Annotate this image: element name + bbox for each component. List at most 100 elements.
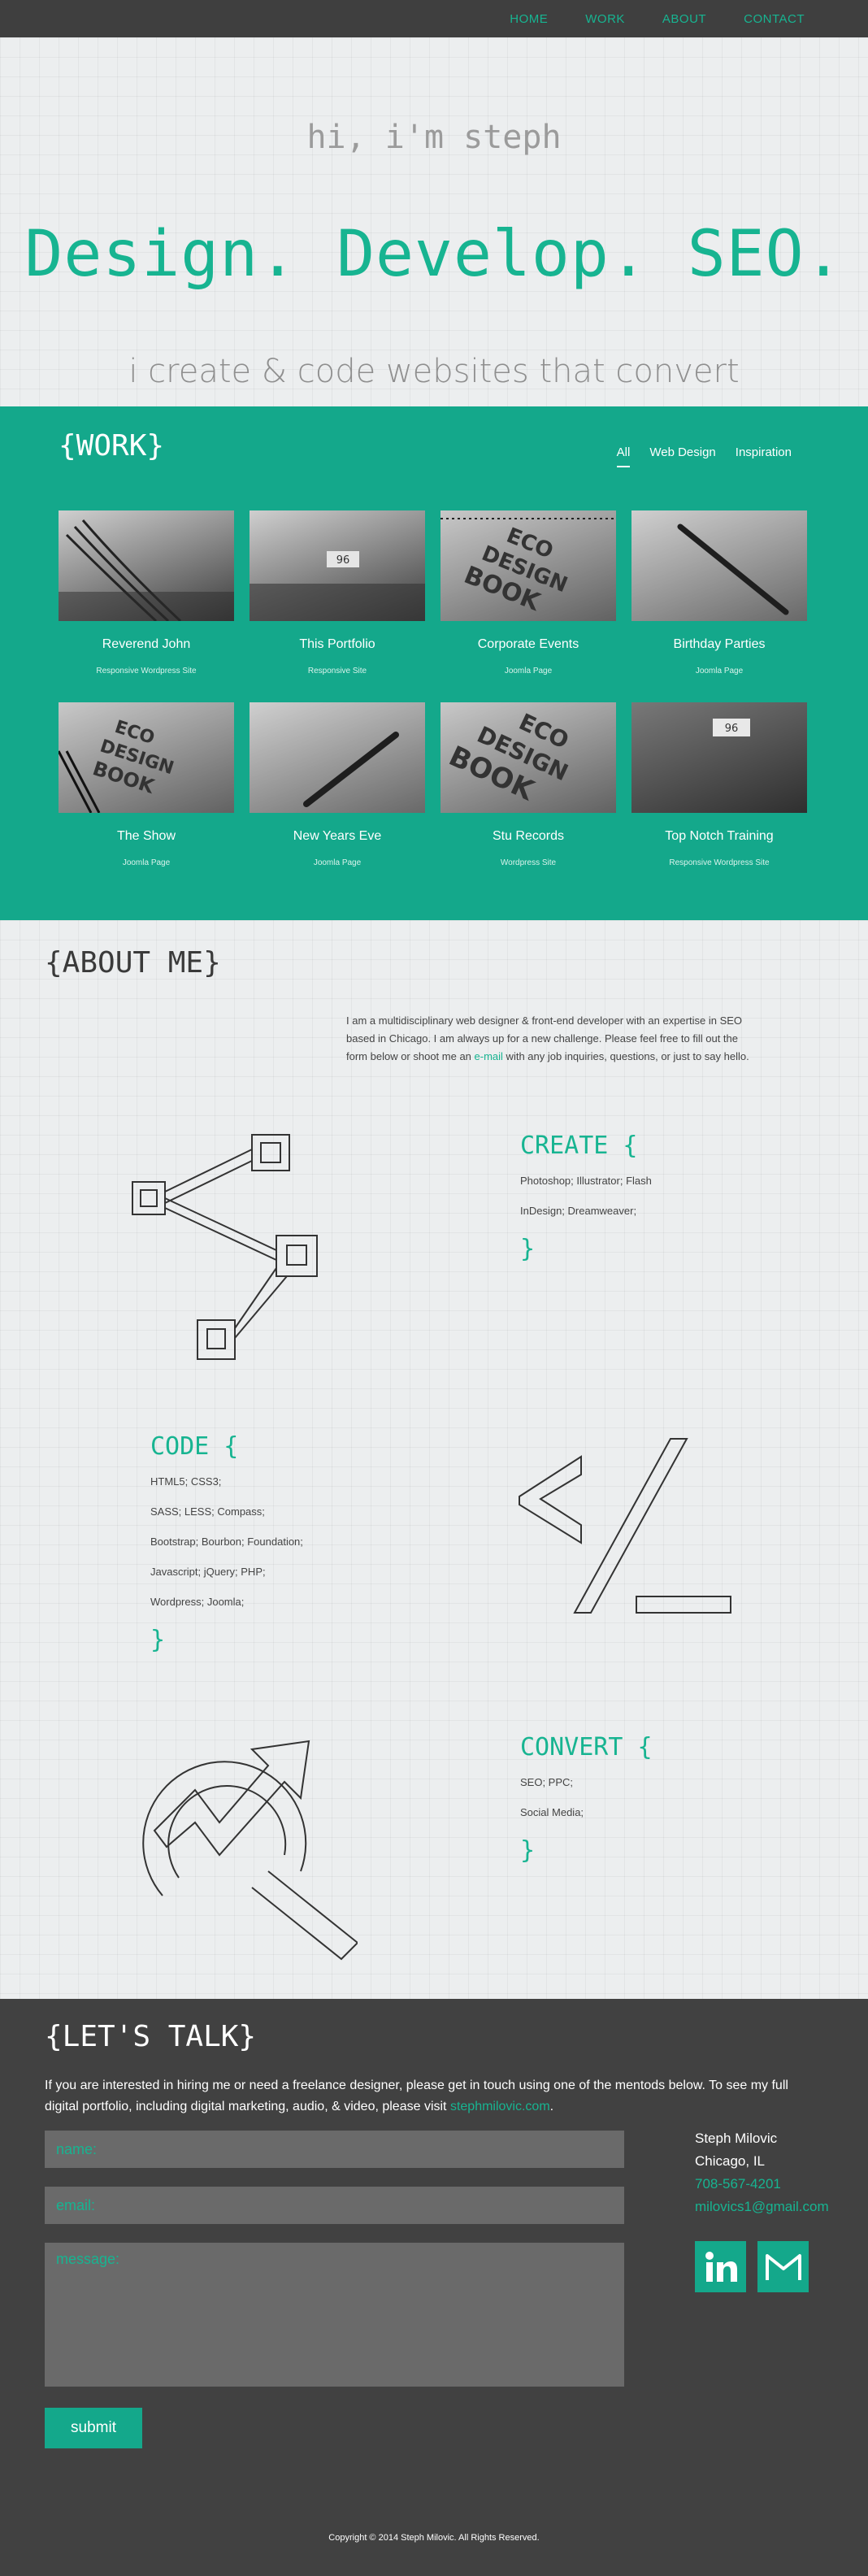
contact-city: Chicago, IL: [695, 2153, 765, 2169]
work-title: {WORK}: [59, 429, 165, 463]
skill-convert-title: CONVERT {: [520, 1733, 653, 1761]
work-thumbnail[interactable]: ECO DESIGN BOOK: [441, 702, 616, 813]
portfolio-link[interactable]: stephmilovic.com: [450, 2100, 550, 2113]
work-section: {WORK} All Web Design Inspiration Revere…: [0, 406, 868, 920]
skill-line: SEO; PPC;: [520, 1776, 574, 1788]
stamp-image: 96: [631, 702, 807, 813]
work-thumbnail[interactable]: [250, 702, 425, 813]
top-nav: HOME WORK ABOUT CONTACT: [0, 0, 868, 37]
skill-close-brace: }: [520, 1235, 536, 1263]
work-item-type: Joomla Page: [313, 858, 362, 867]
eco-design-book-image: ECO DESIGN BOOK: [441, 702, 616, 813]
work-item[interactable]: Reverend John Responsive Wordpress Site: [59, 510, 234, 702]
code-brackets-icon: [519, 1438, 731, 1614]
work-item[interactable]: ECO DESIGN BOOK Corporate Events Joomla …: [441, 510, 616, 702]
filter-web-design[interactable]: Web Design: [649, 445, 715, 467]
about-intro-text-end: with any job inquiries, questions, or ju…: [502, 1050, 749, 1062]
hero-section: hi, i'm steph Design. Develop. SEO. i cr…: [0, 37, 868, 406]
skill-line: HTML5; CSS3;: [150, 1475, 222, 1488]
pen-image: [250, 702, 425, 813]
name-field[interactable]: [45, 2131, 624, 2168]
skill-line: Social Media;: [520, 1806, 584, 1818]
filter-inspiration[interactable]: Inspiration: [736, 445, 792, 467]
stamp-image: 96: [250, 551, 425, 621]
nav-work-link[interactable]: WORK: [585, 12, 625, 26]
svg-text:96: 96: [336, 554, 350, 567]
hero-headline: Design. Develop. SEO.: [24, 218, 844, 291]
svg-text:96: 96: [725, 723, 739, 735]
work-grid: Reverend John Responsive Wordpress Site …: [59, 510, 811, 894]
contact-blurb-end: .: [549, 2100, 554, 2113]
work-item-name: The Show: [116, 829, 176, 843]
filter-all[interactable]: All: [616, 445, 631, 467]
nav-contact-link[interactable]: CONTACT: [744, 12, 805, 26]
eco-design-book-image: ECO DESIGN BOOK: [59, 702, 234, 813]
skill-line: SASS; LESS; Compass;: [150, 1505, 265, 1518]
contact-section: {LET'S TALK} If you are interested in hi…: [0, 1999, 868, 2576]
work-thumbnail[interactable]: [631, 510, 807, 621]
hero-tagline: i create & code websites that convert: [128, 353, 740, 390]
email-field[interactable]: [45, 2187, 624, 2224]
work-item-name: Top Notch Training: [665, 829, 774, 843]
skill-close-brace: }: [520, 1836, 536, 1865]
work-item[interactable]: ECO DESIGN BOOK Stu Records Wordpress Si…: [441, 702, 616, 894]
spiral-notebook-image: [59, 519, 234, 621]
work-item[interactable]: ECO DESIGN BOOK The Show Joomla Page: [59, 702, 234, 894]
skill-code-title: CODE {: [150, 1432, 239, 1461]
about-title: {ABOUT ME}: [45, 946, 221, 980]
contact-info: Steph Milovic Chicago, IL 708-567-4201 m…: [695, 2127, 829, 2218]
work-item[interactable]: New Years Eve Joomla Page: [250, 702, 425, 894]
vector-path-icon: [132, 1134, 318, 1360]
contact-title: {LET'S TALK}: [45, 2020, 257, 2053]
work-item[interactable]: 96 This Portfolio Responsive Site: [250, 510, 425, 702]
work-thumbnail[interactable]: [59, 510, 234, 621]
message-field[interactable]: [45, 2243, 624, 2387]
nav-about-link[interactable]: ABOUT: [662, 12, 706, 26]
work-item-type: Responsive Wordpress Site: [669, 858, 770, 867]
work-item-name: Stu Records: [492, 829, 565, 843]
skill-create-title: CREATE {: [520, 1132, 638, 1160]
pen-image: [631, 510, 807, 621]
about-intro: I am a multidisciplinary web designer & …: [346, 1012, 761, 1066]
skill-close-brace: }: [150, 1626, 166, 1654]
submit-button[interactable]: submit: [45, 2408, 142, 2448]
work-thumbnail[interactable]: 96: [631, 702, 807, 813]
work-item-type: Wordpress Site: [500, 858, 557, 867]
contact-name: Steph Milovic: [695, 2131, 778, 2146]
work-item-name: This Portfolio: [299, 637, 375, 651]
work-item-type: Responsive Wordpress Site: [96, 667, 197, 675]
skill-line: InDesign; Dreamweaver;: [520, 1205, 637, 1217]
nav-home-link[interactable]: HOME: [510, 12, 548, 26]
skill-convert: CONVERT { SEO; PPC; Social Media; }: [520, 1733, 653, 1865]
work-filters: All Web Design Inspiration: [616, 445, 792, 467]
skill-line: Bootstrap; Bourbon; Foundation;: [150, 1536, 303, 1548]
work-item-type: Joomla Page: [504, 667, 553, 675]
contact-email[interactable]: milovics1@gmail.com: [695, 2196, 829, 2218]
contact-blurb-text: If you are interested in hiring me or ne…: [45, 2079, 788, 2113]
work-item[interactable]: 96 Top Notch Training Responsive Wordpre…: [631, 702, 807, 894]
skill-line: Photoshop; Illustrator; Flash: [520, 1175, 652, 1187]
work-item-name: Reverend John: [102, 637, 191, 651]
hero-greeting: hi, i'm steph: [306, 119, 562, 156]
work-item-name: New Years Eve: [293, 829, 382, 843]
eco-design-book-image: ECO DESIGN BOOK: [441, 510, 616, 621]
work-item-name: Birthday Parties: [673, 637, 766, 651]
contact-phone[interactable]: 708-567-4201: [695, 2173, 829, 2196]
work-item-type: Joomla Page: [695, 667, 744, 675]
skill-line: Javascript; jQuery; PHP;: [150, 1566, 266, 1578]
social-links: [695, 2241, 809, 2292]
work-item-type: Joomla Page: [122, 858, 171, 867]
work-thumbnail[interactable]: ECO DESIGN BOOK: [59, 702, 234, 813]
skill-line: Wordpress; Joomla;: [150, 1596, 245, 1608]
copyright: Copyright © 2014 Steph Milovic. All Righ…: [328, 2533, 540, 2543]
linkedin-icon[interactable]: [695, 2241, 746, 2292]
skill-create: CREATE { Photoshop; Illustrator; Flash I…: [520, 1132, 652, 1263]
email-link[interactable]: e-mail: [475, 1050, 503, 1062]
work-thumbnail[interactable]: ECO DESIGN BOOK: [441, 510, 616, 621]
work-thumbnail[interactable]: 96: [250, 510, 425, 621]
work-item-name: Corporate Events: [477, 637, 579, 651]
work-item[interactable]: Birthday Parties Joomla Page: [631, 510, 807, 702]
skill-code: CODE { HTML5; CSS3; SASS; LESS; Compass;…: [150, 1432, 303, 1654]
gmail-icon[interactable]: [757, 2241, 809, 2292]
about-section: {ABOUT ME} I am a multidisciplinary web …: [0, 920, 868, 1999]
